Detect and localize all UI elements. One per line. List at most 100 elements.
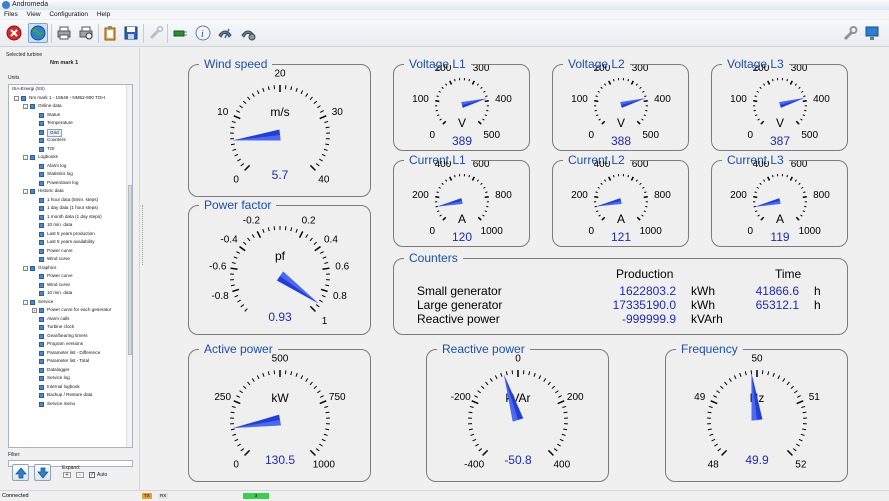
collapse-icon[interactable]: - — [23, 155, 28, 160]
tree-item[interactable]: Parameter list - Difference — [9, 349, 127, 358]
minor-tick — [470, 406, 474, 407]
tree-item[interactable]: Service log — [9, 374, 127, 383]
minor-tick — [562, 434, 566, 435]
tick-label: 0.8 — [333, 291, 347, 302]
tree-item[interactable]: Gear/bearing timers — [9, 332, 127, 341]
tree-item[interactable]: Service menu — [9, 400, 127, 409]
collapse-icon[interactable]: - — [23, 189, 28, 194]
tree-item[interactable]: Parameter list - Total — [9, 357, 127, 366]
collapse-icon[interactable]: - — [14, 96, 19, 101]
major-tick — [257, 231, 260, 237]
menu-help[interactable]: Help — [97, 11, 110, 18]
print-button[interactable] — [54, 23, 74, 43]
tree-item[interactable]: 10 min. data — [9, 221, 127, 230]
clipboard-button[interactable] — [100, 23, 120, 43]
tree-item[interactable]: Wind curve — [9, 255, 127, 264]
minor-tick — [644, 96, 646, 97]
save-button[interactable] — [121, 23, 141, 43]
phone-button[interactable] — [215, 23, 235, 43]
tree-item[interactable]: -Service — [9, 298, 127, 307]
minor-tick — [495, 375, 497, 378]
tree-node-icon — [30, 155, 35, 160]
stop-button[interactable] — [4, 23, 24, 43]
minor-tick — [755, 192, 757, 193]
minor-tick — [445, 180, 446, 182]
tree-item[interactable]: Turbine clock — [9, 323, 127, 332]
tree-scrollbar[interactable] — [126, 85, 132, 447]
tick-label: -400 — [464, 459, 484, 470]
collapse-icon[interactable]: - — [23, 266, 28, 271]
collapse-icon[interactable]: - — [23, 104, 28, 109]
globe-button[interactable] — [28, 23, 48, 43]
tree-item[interactable]: Statistics log — [9, 170, 127, 179]
move-up-button[interactable] — [12, 464, 29, 481]
panel-splitter[interactable] — [142, 205, 144, 265]
tree-item[interactable]: -Nm mark 1 - 15546 - NM52-900 TOI-I — [9, 94, 127, 103]
tree-item[interactable]: 10 min. data — [9, 289, 127, 298]
phone-settings-button[interactable] — [238, 23, 258, 43]
expand-minus-button[interactable]: - — [76, 472, 84, 478]
minor-tick — [486, 382, 489, 385]
tree-item[interactable]: Power curve — [9, 247, 127, 256]
tree-item[interactable]: Alarm calls — [9, 315, 127, 324]
info-button[interactable]: i — [193, 23, 213, 43]
minor-tick — [708, 429, 712, 430]
tree-item[interactable]: Backup / Restore data — [9, 391, 127, 400]
tree-item[interactable]: 1 hour data (5min. steps) — [9, 196, 127, 205]
tree-item[interactable]: Last 5 years production — [9, 230, 127, 239]
tree-item[interactable]: 1 day data (1 hour steps) — [9, 204, 127, 213]
tree-item[interactable]: 1 month data (1 day steps) — [9, 213, 127, 222]
tree-item[interactable]: TOI — [9, 145, 127, 154]
minor-tick — [481, 386, 484, 389]
tree-item[interactable]: Status — [9, 111, 127, 120]
collapse-icon[interactable]: - — [23, 300, 28, 305]
major-tick — [722, 450, 727, 455]
tree-item-label: Logbooks — [38, 153, 58, 162]
major-tick — [609, 81, 611, 85]
tree-node-icon — [30, 189, 35, 194]
auto-checkbox[interactable]: ✓ — [89, 472, 95, 478]
tree-item[interactable]: Counters — [9, 136, 127, 145]
tree-item[interactable]: Temperature — [9, 119, 127, 128]
tree-item[interactable]: -Graphics — [9, 264, 127, 273]
tree-item[interactable]: -Historic data — [9, 187, 127, 196]
menu-configuration[interactable]: Configuration — [49, 11, 88, 18]
tree-item[interactable]: Powerdown log — [9, 179, 127, 188]
tick-label: 500 — [801, 130, 818, 141]
menu-files[interactable]: Files — [4, 11, 18, 18]
minor-tick — [791, 386, 794, 389]
minor-tick — [644, 192, 646, 193]
minor-tick — [628, 175, 629, 177]
plug-button[interactable] — [170, 23, 190, 43]
monitor-button[interactable] — [862, 23, 882, 43]
tools-button[interactable] — [146, 23, 166, 43]
minor-tick — [231, 429, 235, 430]
tree-item[interactable]: Program versions — [9, 340, 127, 349]
tree-item[interactable]: ISA-Energi (SS) — [9, 85, 127, 94]
expand-plus-button[interactable]: + — [63, 472, 71, 478]
minor-tick — [235, 154, 238, 156]
active-power-panel: Active power 02505007501000kW130.5 — [188, 349, 371, 482]
print-preview-button[interactable] — [76, 23, 96, 43]
tree-item[interactable]: -Online data — [9, 102, 127, 111]
tree-item[interactable]: Wind curve — [9, 281, 127, 290]
move-down-button[interactable] — [34, 464, 51, 481]
tree-item[interactable]: - Logbooks — [9, 153, 127, 162]
scrollbar-thumb[interactable] — [128, 185, 132, 355]
gauge-value: 119 — [770, 230, 789, 244]
minor-tick — [803, 96, 805, 97]
minor-tick — [268, 371, 269, 375]
tree-item[interactable]: Datalogger — [9, 366, 127, 375]
units-tree[interactable]: ISA-Energi (SS)-Nm mark 1 - 15546 - NM52… — [8, 84, 133, 448]
wrench-button[interactable] — [840, 23, 860, 43]
tree-item[interactable]: Grid — [9, 128, 127, 137]
tree-item[interactable]: Internal logbook — [9, 383, 127, 392]
menu-view[interactable]: View — [27, 11, 41, 18]
tick-label: 400 — [435, 161, 452, 170]
voltage-l2-gauge: 0100200300400500V388 — [553, 65, 690, 152]
tree-item[interactable]: +Power curve for each generator — [9, 306, 127, 315]
tree-item[interactable]: Power curve — [9, 272, 127, 281]
tree-item[interactable]: Alarm log — [9, 162, 127, 171]
expand-icon[interactable]: + — [32, 308, 37, 313]
tree-item[interactable]: Last 5 years availability — [9, 238, 127, 247]
